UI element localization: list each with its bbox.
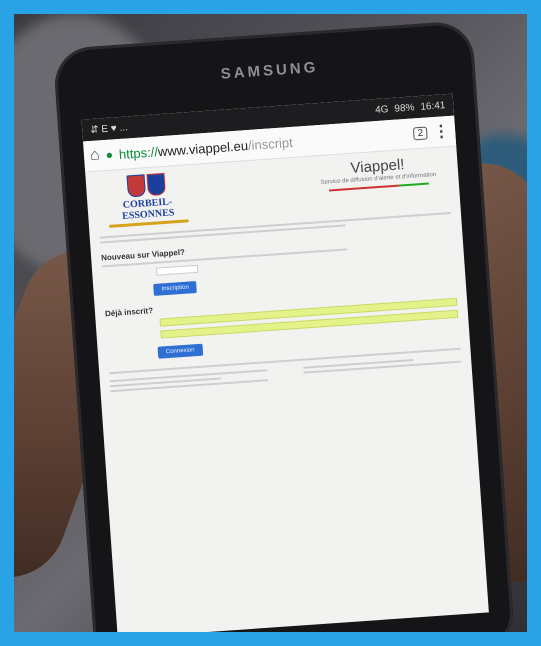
field-label bbox=[106, 323, 156, 326]
title-block: Viappel! Service de diffusion d'alerte e… bbox=[307, 153, 449, 196]
photo: SAMSUNG ⇵ E ♥ ... 4G 98% 16:41 ⌂ ● https… bbox=[14, 14, 527, 632]
photo-frame: SAMSUNG ⇵ E ♥ ... 4G 98% 16:41 ⌂ ● https… bbox=[0, 0, 541, 646]
clock: 16:41 bbox=[420, 99, 446, 113]
login-button[interactable]: Connexion bbox=[157, 343, 203, 359]
register-email-field[interactable] bbox=[156, 264, 199, 276]
web-page: CORBEIL-ESSONNES Viappel! Service de dif… bbox=[85, 146, 472, 401]
phone: SAMSUNG ⇵ E ♥ ... 4G 98% 16:41 ⌂ ● https… bbox=[52, 20, 516, 632]
url-scheme: https:// bbox=[118, 143, 159, 162]
notification-icons: ⇵ E ♥ ... bbox=[89, 121, 129, 136]
city-logo: CORBEIL-ESSONNES bbox=[96, 171, 199, 231]
field-label bbox=[102, 272, 152, 275]
lock-icon: ● bbox=[105, 147, 114, 162]
url-host: www.viappel.eu bbox=[157, 137, 249, 159]
overflow-menu-icon[interactable]: ⋮ bbox=[433, 121, 450, 142]
url-path: /inscript bbox=[247, 134, 294, 153]
phone-screen: ⇵ E ♥ ... 4G 98% 16:41 ⌂ ● https://www.v… bbox=[81, 93, 489, 632]
phone-brand: SAMSUNG bbox=[220, 58, 319, 83]
battery-level: 98% bbox=[394, 101, 415, 115]
field-label bbox=[107, 335, 157, 338]
home-icon[interactable]: ⌂ bbox=[89, 146, 100, 165]
signal-indicator: 4G bbox=[374, 103, 389, 116]
register-button[interactable]: Inscription bbox=[153, 280, 198, 296]
tab-switcher-button[interactable]: 2 bbox=[413, 125, 428, 140]
